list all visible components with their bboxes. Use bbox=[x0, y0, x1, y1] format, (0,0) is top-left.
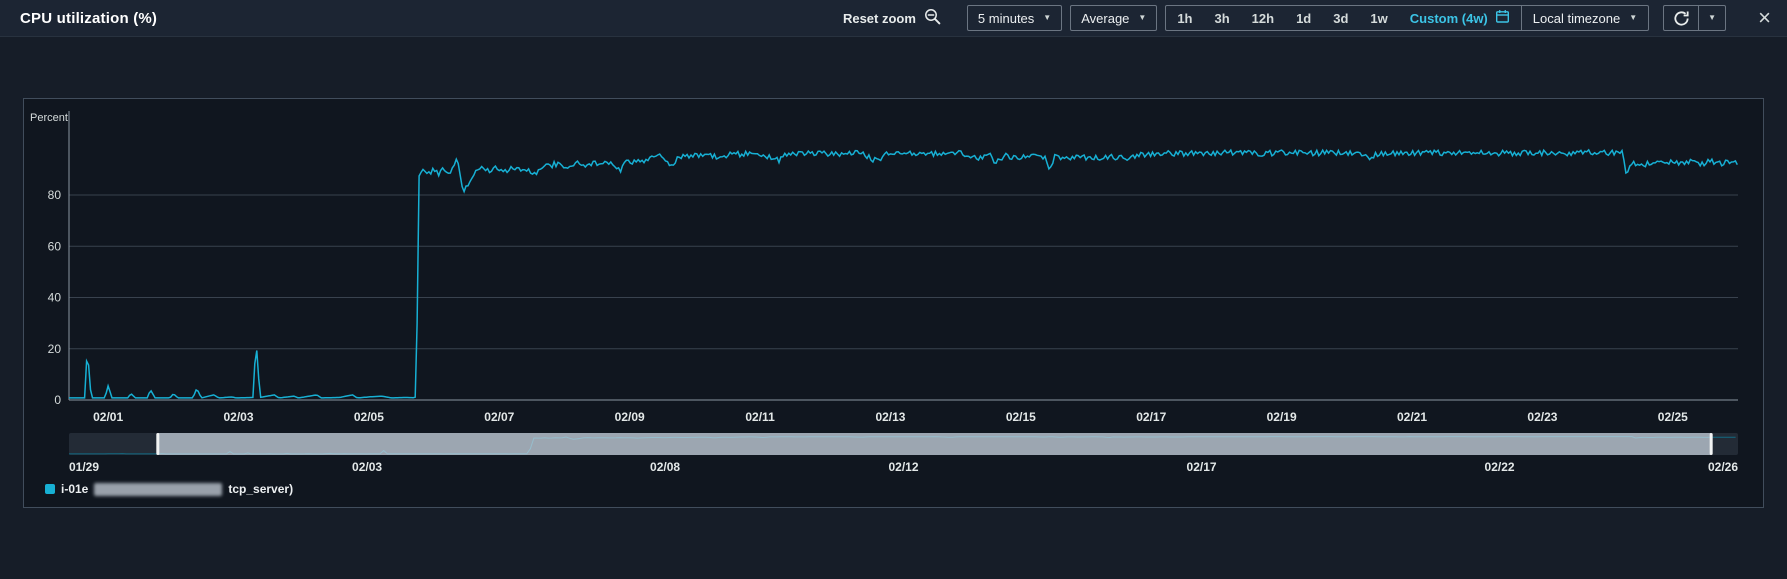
brush-tick-02/17: 02/17 bbox=[1187, 460, 1217, 474]
custom-range-label: Custom (4w) bbox=[1409, 10, 1488, 26]
plot-area[interactable] bbox=[69, 111, 1738, 400]
redacted-instance-id bbox=[94, 482, 223, 496]
y-axis-unit-label: Percent bbox=[30, 112, 68, 124]
x-tick-02/09: 02/09 bbox=[615, 410, 645, 424]
range-1h[interactable]: 1h bbox=[1166, 11, 1203, 26]
refresh-split-button: ▼ bbox=[1663, 5, 1727, 31]
brush-tick-01/29: 01/29 bbox=[69, 460, 99, 474]
legend-label-prefix: i-01e bbox=[61, 482, 89, 496]
period-select-value: 5 minutes bbox=[977, 10, 1035, 26]
range-12h[interactable]: 12h bbox=[1241, 11, 1285, 26]
brush-handle-right[interactable] bbox=[1709, 433, 1713, 455]
zoom-out-icon bbox=[924, 8, 941, 28]
refresh-button[interactable] bbox=[1663, 5, 1700, 31]
y-tick-40: 40 bbox=[48, 291, 62, 305]
y-tick-60: 60 bbox=[48, 239, 62, 253]
brush-handle-left[interactable] bbox=[156, 433, 160, 455]
brush-tick-02/03: 02/03 bbox=[352, 460, 382, 474]
brush-tick-02/26: 02/26 bbox=[1708, 460, 1738, 474]
x-tick-02/21: 02/21 bbox=[1397, 410, 1427, 424]
reset-zoom-label: Reset zoom bbox=[842, 10, 916, 26]
statistic-select-value: Average bbox=[1081, 10, 1130, 26]
chevron-down-icon: ▼ bbox=[1138, 13, 1147, 22]
y-tick-0: 0 bbox=[54, 393, 61, 407]
brush-tick-02/22: 02/22 bbox=[1485, 460, 1515, 474]
x-tick-02/23: 02/23 bbox=[1527, 410, 1557, 424]
period-select[interactable]: 5 minutes ▼ bbox=[966, 5, 1063, 31]
y-tick-20: 20 bbox=[48, 342, 62, 356]
close-icon[interactable]: × bbox=[1758, 7, 1771, 29]
range-3d[interactable]: 3d bbox=[1322, 11, 1359, 26]
x-tick-02/03: 02/03 bbox=[223, 410, 253, 424]
y-tick-80: 80 bbox=[48, 188, 62, 202]
brush-tick-02/08: 02/08 bbox=[650, 460, 680, 474]
legend-color-swatch bbox=[45, 484, 55, 494]
reset-zoom-button[interactable]: Reset zoom bbox=[843, 8, 941, 28]
x-tick-02/25: 02/25 bbox=[1658, 410, 1688, 424]
time-range-group: 1h 3h 12h 1d 3d 1w Custom (4w) Local timezone… bbox=[1165, 5, 1650, 31]
x-tick-02/07: 02/07 bbox=[484, 410, 514, 424]
chevron-down-icon: ▼ bbox=[1629, 13, 1638, 22]
custom-range-button[interactable]: Custom (4w) bbox=[1399, 9, 1521, 27]
graph-title: CPU utilization (%) bbox=[20, 9, 158, 27]
chevron-down-icon: ▼ bbox=[1708, 13, 1717, 22]
brush-tick-02/12: 02/12 bbox=[888, 460, 918, 474]
x-tick-02/15: 02/15 bbox=[1006, 410, 1036, 424]
range-shortcuts: 1h 3h 12h 1d 3d 1w bbox=[1166, 11, 1398, 26]
x-tick-02/17: 02/17 bbox=[1136, 410, 1166, 424]
chart-panel: Percent 0 20 40 60 80 02/01 02/03 02/05 02/07 02/0… bbox=[23, 98, 1764, 508]
statistic-select[interactable]: Average ▼ bbox=[1070, 5, 1158, 31]
timezone-select[interactable]: Local timezone ▼ bbox=[1522, 11, 1648, 26]
brush-unselected-right[interactable] bbox=[1711, 433, 1738, 455]
x-tick-02/13: 02/13 bbox=[875, 410, 905, 424]
x-tick-02/19: 02/19 bbox=[1267, 410, 1297, 424]
range-1d[interactable]: 1d bbox=[1285, 11, 1322, 26]
legend[interactable]: i-01e tcp_server) bbox=[45, 482, 1763, 496]
x-tick-02/05: 02/05 bbox=[354, 410, 384, 424]
header-controls: Reset zoom 5 minutes ▼ Average ▼ 1h 3h 12h… bbox=[843, 5, 1771, 31]
refresh-options-button[interactable]: ▼ bbox=[1699, 5, 1727, 31]
range-1w[interactable]: 1w bbox=[1359, 11, 1398, 26]
chevron-down-icon: ▼ bbox=[1043, 13, 1052, 22]
x-tick-02/11: 02/11 bbox=[745, 410, 775, 424]
timezone-select-value: Local timezone bbox=[1532, 10, 1621, 26]
calendar-icon bbox=[1495, 9, 1510, 27]
legend-label-suffix: tcp_server) bbox=[228, 482, 294, 496]
header: CPU utilization (%) Reset zoom 5 minutes… bbox=[0, 0, 1787, 37]
refresh-icon bbox=[1674, 10, 1689, 26]
x-tick-02/01: 02/01 bbox=[93, 410, 123, 424]
brush-selection[interactable] bbox=[157, 433, 1712, 455]
cpu-utilization-chart[interactable]: Percent 0 20 40 60 80 02/01 02/03 02/05 02/07 02/0… bbox=[24, 99, 1763, 475]
brush-unselected-left[interactable] bbox=[69, 433, 158, 455]
range-3h[interactable]: 3h bbox=[1204, 11, 1241, 26]
